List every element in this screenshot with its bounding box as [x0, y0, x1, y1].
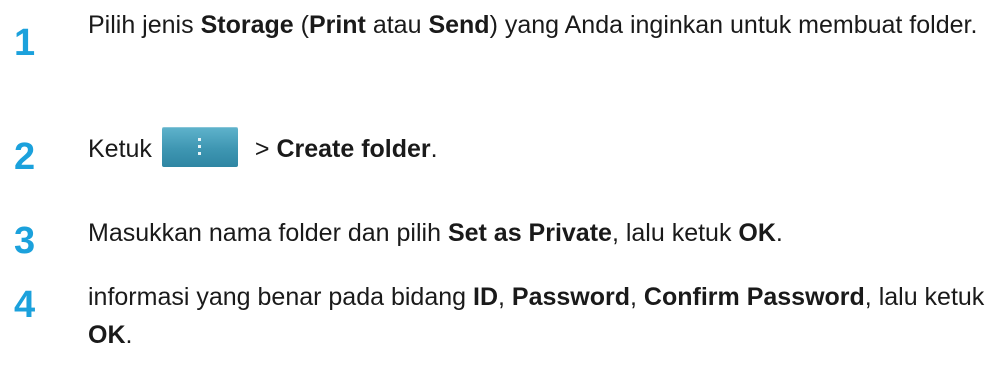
step-number: 4 — [14, 284, 36, 326]
step-text: informasi yang benar pada bidang ID, Pas… — [88, 278, 988, 354]
step-number: 3 — [14, 220, 36, 262]
step-text-prefix: Ketuk — [88, 135, 152, 163]
step-text-plain: , — [630, 283, 644, 311]
step-text-gt: > — [247, 135, 277, 163]
step-text-plain: ( — [293, 11, 309, 39]
step-text-plain: , lalu ketuk — [864, 283, 985, 311]
step-text-bold: Print — [308, 11, 366, 39]
create-folder-label: Create folder — [276, 135, 431, 163]
step-text-end: . — [430, 135, 438, 163]
step-text-plain: atau — [365, 11, 429, 39]
step-text-bold: Set as Private — [447, 219, 612, 247]
step-text-plain: ) yang Anda inginkan untuk membuat folde… — [489, 11, 978, 39]
step-number: 2 — [14, 136, 36, 178]
step-text: Pilih jenis Storage (Print atau Send) ya… — [88, 6, 988, 44]
step-text: Ketuk > Create folder. — [88, 127, 988, 168]
step-text-plain: informasi yang benar pada bidang — [88, 283, 473, 311]
step-text-bold: Password — [511, 283, 631, 311]
step-text-plain: . — [125, 321, 133, 349]
step-text: Masukkan nama folder dan pilih Set as Pr… — [88, 214, 988, 252]
step-text-bold: ID — [473, 283, 498, 311]
step-text-plain: , lalu ketuk — [611, 219, 739, 247]
step-text-plain: , — [498, 283, 512, 311]
step-text-plain: . — [775, 219, 783, 247]
step-text-bold: Confirm Password — [643, 283, 865, 311]
step-text-plain: Masukkan nama folder dan pilih — [88, 219, 448, 247]
step-text-bold: OK — [738, 219, 776, 247]
step-text-bold: Send — [428, 11, 490, 39]
step-number: 1 — [14, 22, 36, 64]
more-options-icon[interactable] — [161, 127, 238, 168]
step-text-bold: OK — [88, 321, 126, 349]
step-text-plain: Pilih jenis — [88, 11, 201, 39]
step-text-bold: Storage — [200, 11, 294, 39]
